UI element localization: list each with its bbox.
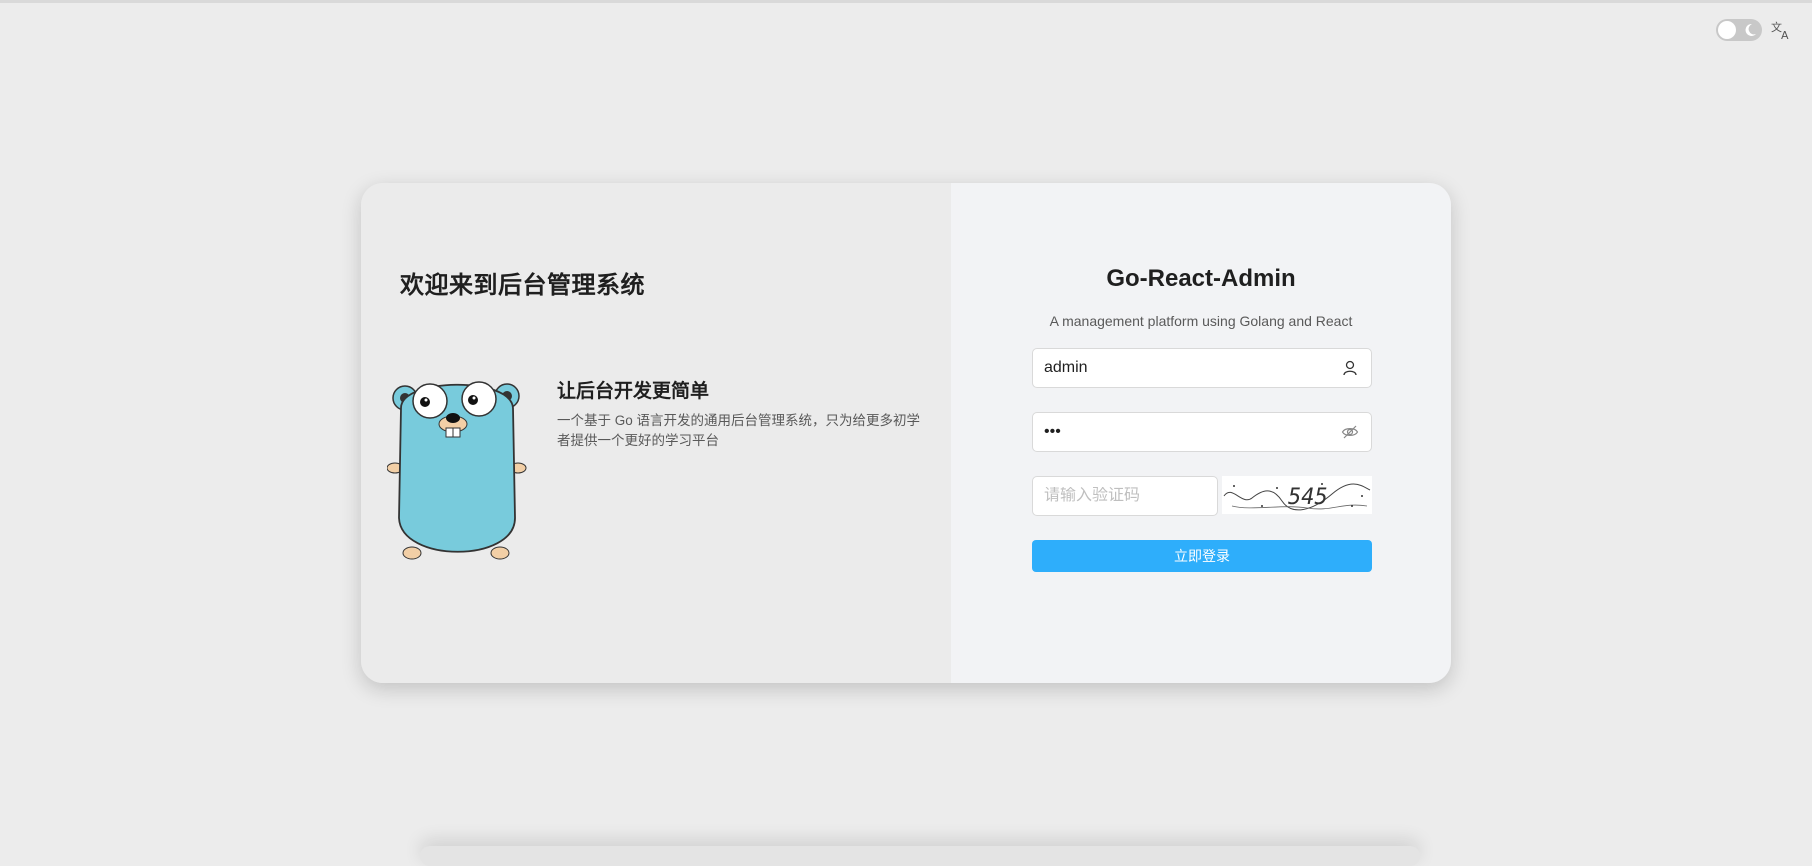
theme-toggle[interactable] (1716, 19, 1762, 41)
captcha-text: 545 (1288, 485, 1328, 510)
top-controls: 文 A (1716, 19, 1792, 41)
app-title: Go-React-Admin (1106, 265, 1296, 292)
slogan-description: 一个基于 Go 语言开发的通用后台管理系统，只为给更多初学者提供一个更好的学习平… (557, 413, 921, 448)
captcha-input[interactable] (1033, 487, 1217, 505)
captcha-image[interactable]: 545 (1222, 476, 1372, 514)
eye-invisible-icon[interactable] (1341, 423, 1359, 441)
password-input[interactable] (1033, 413, 1341, 451)
translate-icon[interactable]: 文 A (1770, 19, 1792, 41)
captcha-field[interactable] (1032, 476, 1218, 516)
login-panel: Go-React-Admin A management platform usi… (951, 183, 1451, 683)
welcome-panel: 欢迎来到后台管理系统 让后台开发更简单 一个基于 Go 语言开发的通用后台管理系… (361, 183, 951, 683)
toggle-knob (1718, 21, 1736, 39)
username-field[interactable] (1032, 348, 1372, 388)
login-card: 欢迎来到后台管理系统 让后台开发更简单 一个基于 Go 语言开发的通用后台管理系… (361, 183, 1451, 683)
bottom-panel-edge (420, 846, 1420, 866)
username-input[interactable] (1033, 349, 1341, 387)
moon-icon (1745, 23, 1756, 36)
welcome-title: 欢迎来到后台管理系统 (400, 272, 645, 299)
login-button[interactable]: 立即登录 (1032, 540, 1372, 572)
svg-text:A: A (1781, 29, 1789, 41)
app-subtitle: A management platform using Golang and R… (1049, 313, 1353, 329)
user-icon (1341, 359, 1359, 377)
gopher-mascot-icon (387, 381, 527, 560)
slogan-title: 让后台开发更简单 (557, 381, 710, 402)
password-field[interactable] (1032, 412, 1372, 452)
top-border (0, 0, 1812, 3)
